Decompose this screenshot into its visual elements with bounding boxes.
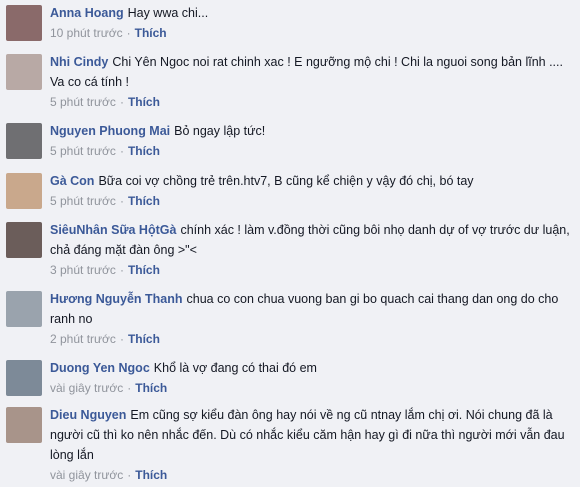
comment-meta: 2 phút trước · Thích	[50, 330, 570, 348]
comment-meta: vài giây trước · Thích	[50, 379, 570, 397]
comment-time[interactable]: 10 phút trước	[50, 26, 123, 40]
comment-text: Bỏ ngay lập tức!	[174, 124, 266, 138]
meta-separator: ·	[127, 381, 132, 395]
comment-author-link[interactable]: Gà Con	[50, 174, 94, 188]
comment-text-line: Gà Con Bữa coi vợ chồng trẻ trên.htv7, B …	[50, 171, 570, 191]
comment-body: SiêuNhân Sữa HộtGà chính xác ! làm v.đồng…	[50, 220, 570, 279]
comment-list: Anna Hoang Hay wwa chi... 10 phút trước · T…	[0, 0, 580, 487]
comment-meta: 5 phút trước · Thích	[50, 192, 570, 210]
comment-meta: 3 phút trước · Thích	[50, 261, 570, 279]
like-button[interactable]: Thích	[128, 263, 160, 277]
comment-body: Anna Hoang Hay wwa chi... 10 phút trước · T…	[50, 3, 570, 42]
meta-separator: ·	[119, 263, 124, 277]
comment-body: Hương Nguyễn Thanh chua co con chua vuong…	[50, 289, 570, 348]
comment-body: Nguyen Phuong Mai Bỏ ngay lập tức! 5 phút…	[50, 121, 570, 160]
comment-time[interactable]: 5 phút trước	[50, 95, 116, 109]
meta-separator: ·	[119, 194, 124, 208]
meta-separator: ·	[127, 468, 132, 482]
avatar[interactable]	[6, 407, 42, 443]
comment-time[interactable]: vài giây trước	[50, 381, 123, 395]
comment-meta: 5 phút trước · Thích	[50, 142, 570, 160]
comment-body: Nhi Cindy Chi Yên Ngoc noi rat chinh xac …	[50, 52, 570, 111]
comment-author-link[interactable]: SiêuNhân Sữa HộtGà	[50, 223, 176, 237]
comment-text: Bữa coi vợ chồng trẻ trên.htv7, B cũng k…	[98, 174, 474, 188]
comment: Hương Nguyễn Thanh chua co con chua vuong…	[0, 289, 580, 346]
comment-text: Khổ là vợ đang có thai đó em	[153, 361, 317, 375]
comment-time[interactable]: 5 phút trước	[50, 144, 116, 158]
comment: Dieu Nguyen Em cũng sợ kiểu đàn ông hay n…	[0, 405, 580, 482]
comment: Gà Con Bữa coi vợ chồng trẻ trên.htv7, B …	[0, 171, 580, 223]
comment-body: Gà Con Bữa coi vợ chồng trẻ trên.htv7, B …	[50, 171, 570, 210]
comment-time[interactable]: 2 phút trước	[50, 332, 116, 346]
meta-separator: ·	[119, 95, 124, 109]
like-button[interactable]: Thích	[135, 381, 167, 395]
avatar[interactable]	[6, 5, 42, 41]
avatar[interactable]	[6, 54, 42, 90]
comment-time[interactable]: vài giây trước	[50, 468, 123, 482]
comment-text-line: Hương Nguyễn Thanh chua co con chua vuong…	[50, 289, 570, 329]
comment-text-line: SiêuNhân Sữa HộtGà chính xác ! làm v.đồng…	[50, 220, 570, 260]
comment: Nhi Cindy Chi Yên Ngoc noi rat chinh xac …	[0, 52, 580, 109]
like-button[interactable]: Thích	[135, 468, 167, 482]
comment-text-line: Nguyen Phuong Mai Bỏ ngay lập tức!	[50, 121, 570, 141]
like-button[interactable]: Thích	[135, 26, 167, 40]
comment-meta: vài giây trước · Thích	[50, 466, 570, 484]
comment-meta: 10 phút trước · Thích	[50, 24, 570, 42]
comment-author-link[interactable]: Hương Nguyễn Thanh	[50, 292, 183, 306]
comment-text: Chi Yên Ngoc noi rat chinh xac ! E ngưỡn…	[50, 55, 563, 89]
comment-text: Em cũng sợ kiểu đàn ông hay nói về ng cũ…	[50, 408, 565, 462]
like-button[interactable]: Thích	[128, 144, 160, 158]
comment-time[interactable]: 3 phút trước	[50, 263, 116, 277]
like-button[interactable]: Thích	[128, 95, 160, 109]
comment: Anna Hoang Hay wwa chi... 10 phút trước · T…	[0, 3, 580, 55]
avatar[interactable]	[6, 360, 42, 396]
comment-body: Dieu Nguyen Em cũng sợ kiểu đàn ông hay n…	[50, 405, 570, 484]
comment-text-line: Anna Hoang Hay wwa chi...	[50, 3, 570, 23]
comment-author-link[interactable]: Duong Yen Ngoc	[50, 361, 150, 375]
comment-author-link[interactable]: Nguyen Phuong Mai	[50, 124, 170, 138]
avatar[interactable]	[6, 173, 42, 209]
comment-text-line: Dieu Nguyen Em cũng sợ kiểu đàn ông hay n…	[50, 405, 570, 465]
avatar[interactable]	[6, 291, 42, 327]
comment-body: Duong Yen Ngoc Khổ là vợ đang có thai đó …	[50, 358, 570, 397]
comment-text-line: Duong Yen Ngoc Khổ là vợ đang có thai đó …	[50, 358, 570, 378]
comment-meta: 5 phút trước · Thích	[50, 93, 570, 111]
comment: SiêuNhân Sữa HộtGà chính xác ! làm v.đồng…	[0, 220, 580, 277]
comment-author-link[interactable]: Anna Hoang	[50, 6, 124, 20]
comment-text: Hay wwa chi...	[127, 6, 209, 20]
avatar[interactable]	[6, 123, 42, 159]
comment-time[interactable]: 5 phút trước	[50, 194, 116, 208]
like-button[interactable]: Thích	[128, 194, 160, 208]
like-button[interactable]: Thích	[128, 332, 160, 346]
comment-author-link[interactable]: Dieu Nguyen	[50, 408, 126, 422]
meta-separator: ·	[119, 332, 124, 346]
comment-author-link[interactable]: Nhi Cindy	[50, 55, 108, 69]
comment: Duong Yen Ngoc Khổ là vợ đang có thai đó …	[0, 358, 580, 410]
avatar[interactable]	[6, 222, 42, 258]
comment: Nguyen Phuong Mai Bỏ ngay lập tức! 5 phút…	[0, 121, 580, 173]
comment-text-line: Nhi Cindy Chi Yên Ngoc noi rat chinh xac …	[50, 52, 570, 92]
meta-separator: ·	[119, 144, 124, 158]
meta-separator: ·	[126, 26, 131, 40]
